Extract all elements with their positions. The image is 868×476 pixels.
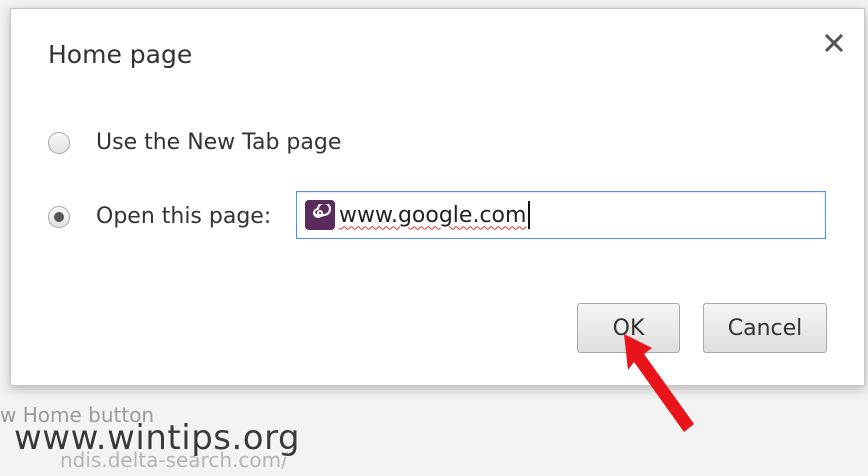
- radio-new-tab[interactable]: [48, 131, 70, 154]
- cancel-button[interactable]: Cancel: [703, 303, 827, 353]
- option-open-page[interactable]: Open this page:: [48, 204, 271, 229]
- url-input[interactable]: www.google.com: [296, 191, 826, 239]
- option-new-tab-label: Use the New Tab page: [96, 130, 342, 155]
- watermark: www.wintips.org: [14, 418, 301, 458]
- dialog-title: Home page: [48, 40, 193, 69]
- close-icon[interactable]: [822, 31, 846, 55]
- delta-search-swirl-icon: [305, 200, 335, 230]
- red-arrow-icon: [624, 334, 694, 432]
- url-input-value: www.google.com: [339, 202, 527, 228]
- radio-open-page[interactable]: [48, 205, 70, 228]
- option-open-page-label: Open this page:: [96, 204, 272, 229]
- option-new-tab[interactable]: Use the New Tab page: [48, 130, 341, 155]
- text-cursor: [528, 201, 531, 229]
- home-page-dialog: Home page Use the New Tab page Open this…: [10, 8, 865, 386]
